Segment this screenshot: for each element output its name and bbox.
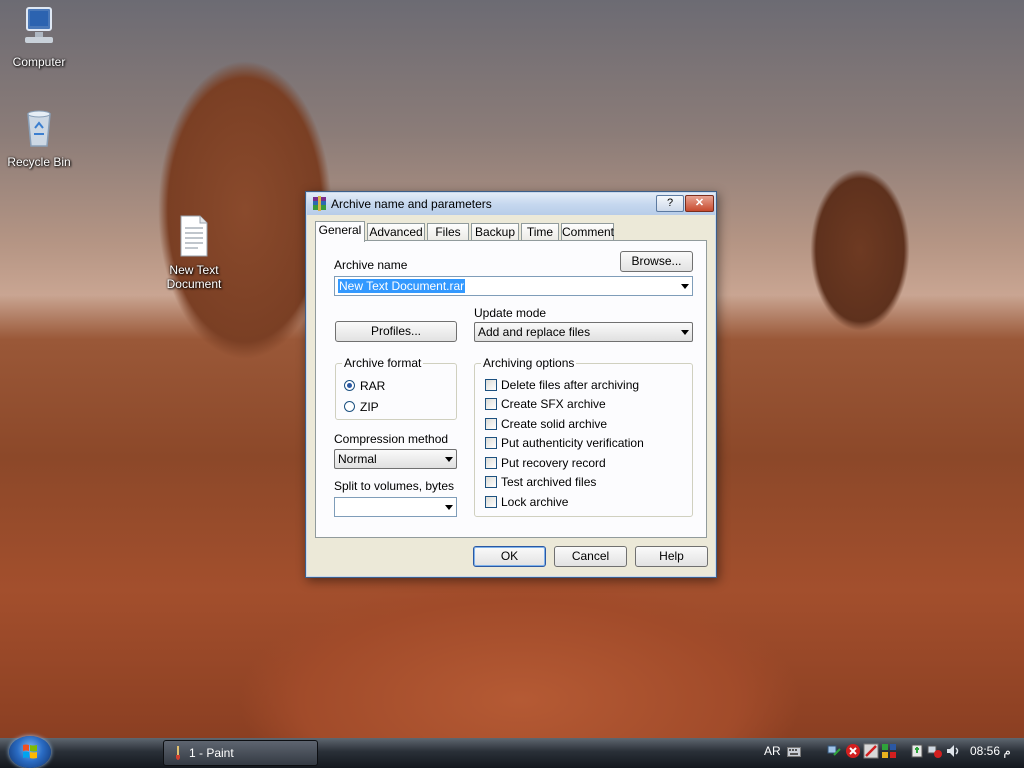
update-mode-label: Update mode [474, 306, 547, 320]
chevron-down-icon[interactable] [445, 457, 453, 462]
option-lock-archive[interactable]: Lock archive [485, 495, 685, 509]
option-label: Test archived files [501, 475, 597, 489]
checkbox[interactable] [485, 379, 497, 391]
desktop-icon-label: Computer [12, 55, 66, 69]
start-button[interactable] [9, 736, 51, 768]
tab-files[interactable]: Files [427, 223, 469, 240]
radio-rar-label: RAR [360, 379, 386, 393]
checkbox[interactable] [485, 476, 497, 488]
compression-method-dropdown[interactable]: Normal [334, 449, 457, 469]
tab-comment[interactable]: Comment [561, 223, 614, 240]
archive-name-combobox[interactable]: New Text Document.rar [334, 276, 693, 296]
option-authenticity[interactable]: Put authenticity verification [485, 436, 685, 450]
checkbox[interactable] [485, 437, 497, 449]
desktop-icon-label-line2: Document [166, 277, 222, 291]
desktop-icon-label-line1: New Text [169, 263, 219, 277]
option-label: Delete files after archiving [501, 378, 640, 392]
option-recovery-record[interactable]: Put recovery record [485, 456, 685, 470]
safely-remove-icon[interactable] [909, 743, 925, 759]
windows-update-icon[interactable] [881, 743, 897, 759]
clock[interactable]: 08:56 م [970, 744, 1011, 758]
cancel-button[interactable]: Cancel [554, 546, 627, 567]
chevron-down-icon[interactable] [681, 284, 689, 289]
title-bar[interactable]: Archive name and parameters ? ✕ [307, 193, 715, 215]
option-label: Lock archive [501, 495, 569, 509]
network-status-icon[interactable] [927, 743, 943, 759]
security-alert-icon[interactable] [845, 743, 861, 759]
blocked-app-icon[interactable] [863, 743, 879, 759]
paint-brush-icon [176, 746, 180, 760]
tab-general[interactable]: General [315, 221, 365, 242]
compression-method-value: Normal [338, 452, 377, 466]
chevron-down-icon[interactable] [445, 505, 453, 510]
title-help-button[interactable]: ? [656, 195, 684, 212]
general-tab-panel: Archive name Browse... New Text Document… [315, 240, 707, 538]
archiving-options-title: Archiving options [481, 356, 577, 370]
help-button[interactable]: Help [635, 546, 708, 567]
taskbar-item-paint[interactable]: 1 - Paint [163, 740, 318, 766]
option-create-sfx[interactable]: Create SFX archive [485, 397, 685, 411]
checkbox[interactable] [485, 457, 497, 469]
split-volumes-combobox[interactable] [334, 497, 457, 517]
radio-button[interactable] [344, 401, 355, 412]
update-mode-value: Add and replace files [478, 325, 591, 339]
desktop-icon-new-text-document[interactable]: New Text Document [152, 214, 236, 291]
checkbox[interactable] [485, 398, 497, 410]
option-label: Create SFX archive [501, 397, 606, 411]
archiving-options-group: Archiving options Delete files after arc… [474, 356, 693, 517]
network-icon[interactable] [826, 743, 842, 759]
taskbar-item-label: 1 - Paint [189, 746, 234, 760]
tab-advanced[interactable]: Advanced [367, 223, 425, 240]
option-test-archived[interactable]: Test archived files [485, 475, 685, 489]
winrar-icon [313, 196, 326, 211]
desktop-icon-recycle-bin[interactable]: Recycle Bin [0, 106, 81, 169]
windows-logo-icon [23, 744, 37, 759]
split-volumes-label: Split to volumes, bytes [334, 479, 455, 493]
archive-name-value: New Text Document.rar [338, 279, 466, 293]
volume-icon[interactable] [945, 743, 961, 759]
chevron-down-icon[interactable] [681, 330, 689, 335]
desktop-icon-label: Recycle Bin [7, 155, 71, 169]
compression-method-label: Compression method [334, 432, 449, 446]
ok-button[interactable]: OK [473, 546, 546, 567]
radio-button-checked[interactable] [344, 380, 355, 391]
computer-icon [25, 7, 53, 43]
checkbox[interactable] [485, 496, 497, 508]
archive-name-label: Archive name [334, 258, 408, 272]
keyboard-icon[interactable] [787, 747, 801, 757]
archive-format-group: Archive format RAR ZIP [335, 356, 457, 420]
recycle-bin-icon [27, 110, 51, 147]
archive-format-title: Archive format [342, 356, 424, 370]
option-label: Create solid archive [501, 417, 608, 431]
language-indicator[interactable]: AR [764, 744, 781, 758]
close-button[interactable]: ✕ [685, 195, 714, 212]
tab-time[interactable]: Time [521, 223, 559, 240]
option-label: Put recovery record [501, 456, 606, 470]
archive-dialog: Archive name and parameters ? ✕ General … [305, 191, 717, 578]
option-label: Put authenticity verification [501, 436, 644, 450]
browse-button[interactable]: Browse... [620, 251, 693, 272]
dialog-title: Archive name and parameters [331, 197, 492, 211]
desktop-icon-computer[interactable]: Computer [0, 6, 81, 69]
radio-zip-label: ZIP [360, 400, 379, 414]
text-document-icon [180, 215, 208, 257]
option-create-solid[interactable]: Create solid archive [485, 417, 685, 431]
tab-backup[interactable]: Backup [471, 223, 519, 240]
update-mode-dropdown[interactable]: Add and replace files [474, 322, 693, 342]
option-delete-files[interactable]: Delete files after archiving [485, 378, 685, 392]
checkbox[interactable] [485, 418, 497, 430]
profiles-button[interactable]: Profiles... [335, 321, 457, 342]
